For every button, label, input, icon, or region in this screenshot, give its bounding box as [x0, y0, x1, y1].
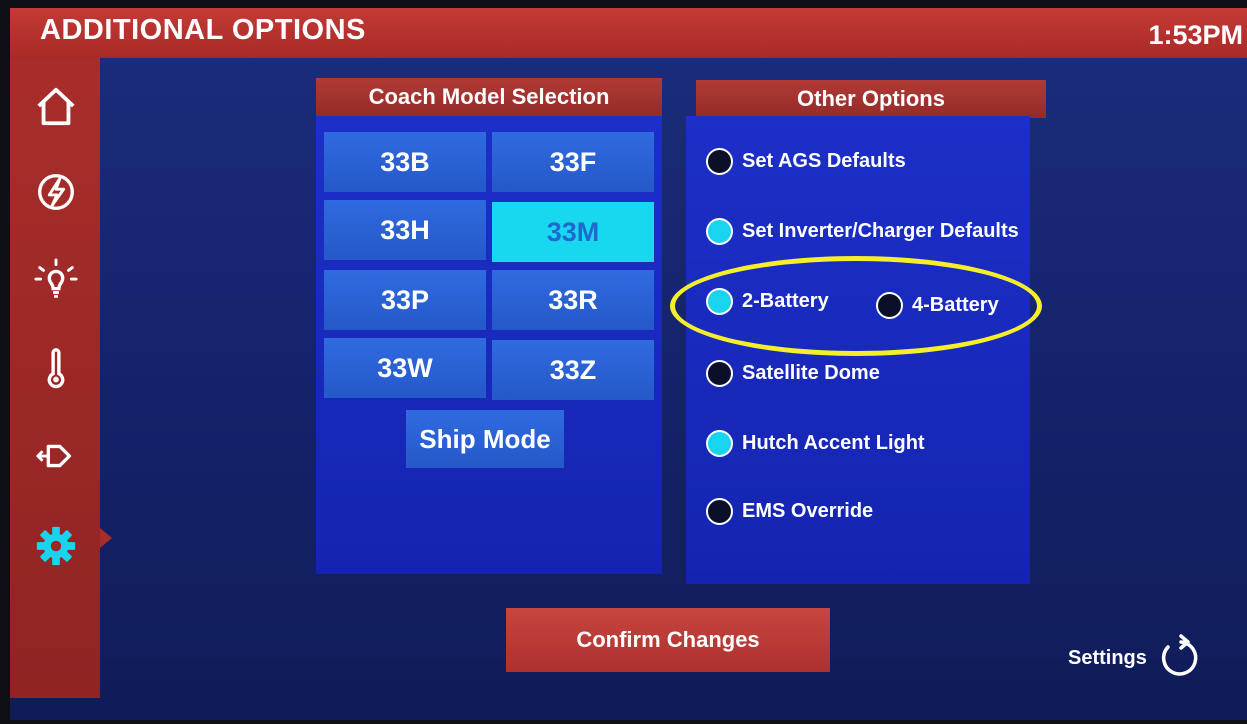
- clock: 1:53PM: [1148, 20, 1243, 50]
- radio-satellite-dome: [706, 360, 733, 387]
- coach-model-header: Coach Model Selection: [316, 78, 662, 116]
- model-button-33p[interactable]: 33P: [324, 270, 486, 330]
- confirm-changes-button[interactable]: Confirm Changes: [506, 608, 830, 672]
- model-button-33b[interactable]: 33B: [324, 132, 486, 192]
- gear-icon: [36, 526, 76, 566]
- nav-settings[interactable]: [28, 518, 84, 574]
- model-button-33f[interactable]: 33F: [492, 132, 654, 192]
- radio-ems-override: [706, 498, 733, 525]
- settings-back-label: Settings: [1068, 646, 1147, 669]
- model-button-33w[interactable]: 33W: [324, 338, 486, 398]
- nav-power[interactable]: [28, 164, 84, 220]
- power-icon: [38, 174, 74, 210]
- ship-mode-button[interactable]: Ship Mode: [406, 410, 564, 468]
- slide-out-icon: [36, 444, 72, 468]
- screen: ADDITIONAL OPTIONS 1:53PM Coach Model Se…: [10, 8, 1247, 720]
- option-satellite-dome[interactable]: Satellite Dome: [706, 360, 880, 387]
- nav-slideouts[interactable]: [28, 428, 84, 484]
- home-icon: [37, 87, 75, 126]
- title-bar: ADDITIONAL OPTIONS 1:53PM: [10, 8, 1247, 58]
- yellow-highlight-annotation: [670, 256, 1042, 356]
- thermometer-icon: [47, 348, 65, 389]
- radio-hutch-accent-light: [706, 430, 733, 457]
- model-button-33h[interactable]: 33H: [324, 200, 486, 260]
- option-set-inverter-defaults[interactable]: Set Inverter/Charger Defaults: [706, 218, 1019, 245]
- nav-lights[interactable]: [28, 252, 84, 308]
- option-hutch-accent-light[interactable]: Hutch Accent Light: [706, 430, 925, 457]
- active-nav-indicator: [100, 528, 112, 548]
- page-title: ADDITIONAL OPTIONS: [40, 14, 366, 46]
- coach-model-title: Coach Model Selection: [368, 84, 610, 109]
- nav-home[interactable]: [28, 78, 84, 134]
- back-arrow-icon: [1161, 634, 1198, 676]
- model-button-33z[interactable]: 33Z: [492, 340, 654, 400]
- nav-climate[interactable]: [28, 340, 84, 396]
- settings-back-button[interactable]: Settings: [1068, 634, 1203, 682]
- radio-set-inverter: [706, 218, 733, 245]
- other-options-title: Other Options: [797, 86, 945, 111]
- option-ems-override[interactable]: EMS Override: [706, 498, 873, 525]
- other-options-header: Other Options: [696, 80, 1046, 118]
- option-set-ags-defaults[interactable]: Set AGS Defaults: [706, 148, 906, 175]
- model-button-33m[interactable]: 33M: [492, 202, 654, 262]
- model-button-33r[interactable]: 33R: [492, 270, 654, 330]
- radio-set-ags: [706, 148, 733, 175]
- light-bulb-icon: [34, 258, 78, 298]
- sidebar: [10, 58, 100, 698]
